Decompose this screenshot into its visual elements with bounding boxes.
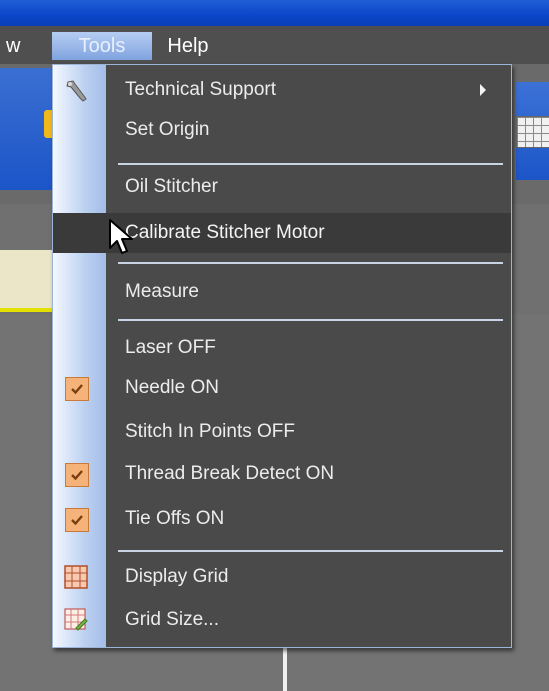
menu-item-label: Thread Break Detect ON	[125, 463, 335, 484]
menu-item-label: Stitch In Points OFF	[125, 421, 295, 442]
submenu-arrow-icon	[480, 84, 486, 96]
menu-separator	[118, 163, 503, 165]
menu-separator	[118, 319, 503, 321]
menu-item-laser-toggle[interactable]: Laser OFF	[53, 328, 511, 368]
tab-strip	[0, 250, 60, 308]
menu-item-display-grid[interactable]: Display Grid	[53, 557, 511, 597]
menu-separator	[118, 262, 503, 264]
wrench-icon	[66, 80, 87, 102]
grid-icon	[64, 565, 88, 589]
menu-item-label: Oil Stitcher	[125, 176, 218, 197]
menu-item-technical-support[interactable]: Technical Support	[53, 70, 511, 110]
canvas-guide-line	[283, 648, 287, 691]
menu-item-label: Tie Offs ON	[125, 508, 225, 529]
menu-item-oil-stitcher[interactable]: Oil Stitcher	[53, 167, 511, 207]
active-tab-indicator	[0, 308, 60, 312]
grid-size-icon	[64, 608, 88, 631]
menu-item-measure[interactable]: Measure	[53, 272, 511, 312]
menu-item-label: Needle ON	[125, 377, 219, 398]
menu-item-label: Calibrate Stitcher Motor	[125, 222, 325, 243]
menu-item-label: Technical Support	[125, 79, 277, 100]
checkmark-icon	[65, 377, 89, 401]
menu-item-label: Laser OFF	[125, 337, 216, 358]
left-toolbar	[0, 68, 60, 190]
menu-item-label: Measure	[125, 281, 199, 302]
menu-item-needle-toggle[interactable]: Needle ON	[53, 368, 511, 408]
checkmark-icon	[65, 508, 89, 532]
menu-item-label: Display Grid	[125, 566, 229, 587]
checkmark-icon	[65, 463, 89, 487]
menu-bar: w Tools Help	[0, 26, 549, 64]
menu-item-set-origin[interactable]: Set Origin	[53, 110, 511, 150]
menu-item-grid-size[interactable]: Grid Size...	[53, 600, 511, 640]
menu-item-thread-break-detect-toggle[interactable]: Thread Break Detect ON	[53, 454, 511, 494]
window-titlebar	[0, 0, 549, 26]
tools-dropdown-menu: Technical Support Set Origin Oil Stitche…	[52, 64, 512, 648]
menu-item-label: Grid Size...	[125, 609, 219, 630]
mouse-cursor-icon	[109, 219, 133, 254]
grid-toolbar-icon[interactable]	[516, 116, 549, 148]
menu-item-stitch-in-points-toggle[interactable]: Stitch In Points OFF	[53, 412, 511, 452]
menu-help[interactable]: Help	[158, 32, 218, 60]
menu-item-tie-offs-toggle[interactable]: Tie Offs ON	[53, 499, 511, 539]
menu-tools[interactable]: Tools	[52, 32, 152, 60]
menu-separator	[118, 550, 503, 552]
menu-item-label: Set Origin	[125, 119, 210, 140]
menu-view[interactable]: w	[0, 32, 50, 60]
